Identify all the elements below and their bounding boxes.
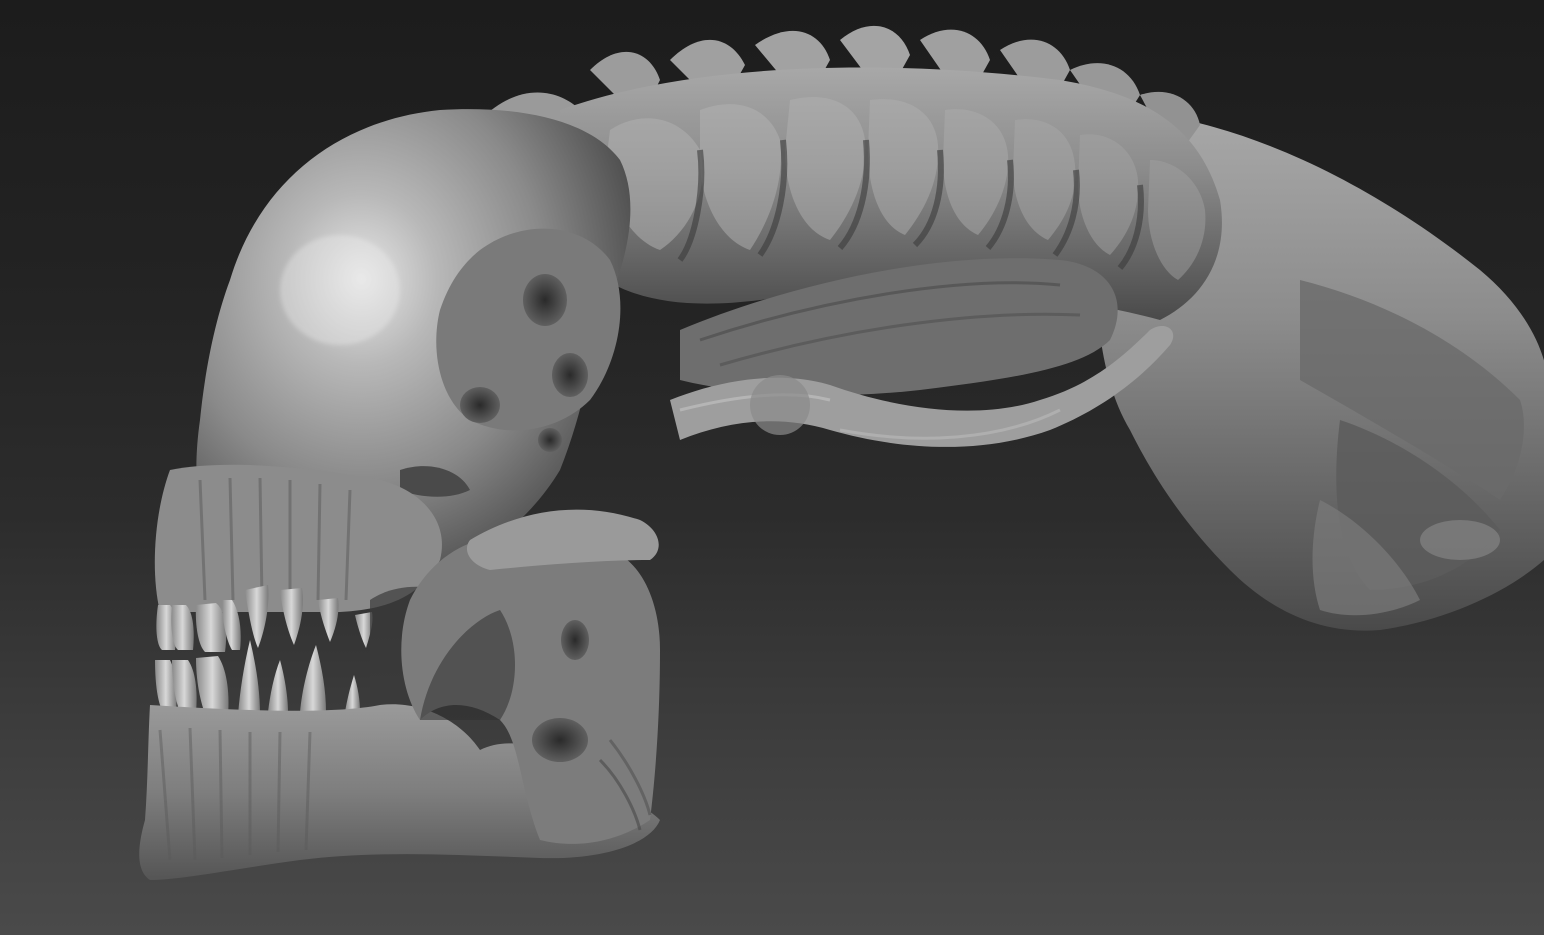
lower-teeth <box>155 640 360 716</box>
sculpt-viewport[interactable] <box>0 0 1544 935</box>
alien-skull-sculpt-icon <box>139 25 1544 880</box>
